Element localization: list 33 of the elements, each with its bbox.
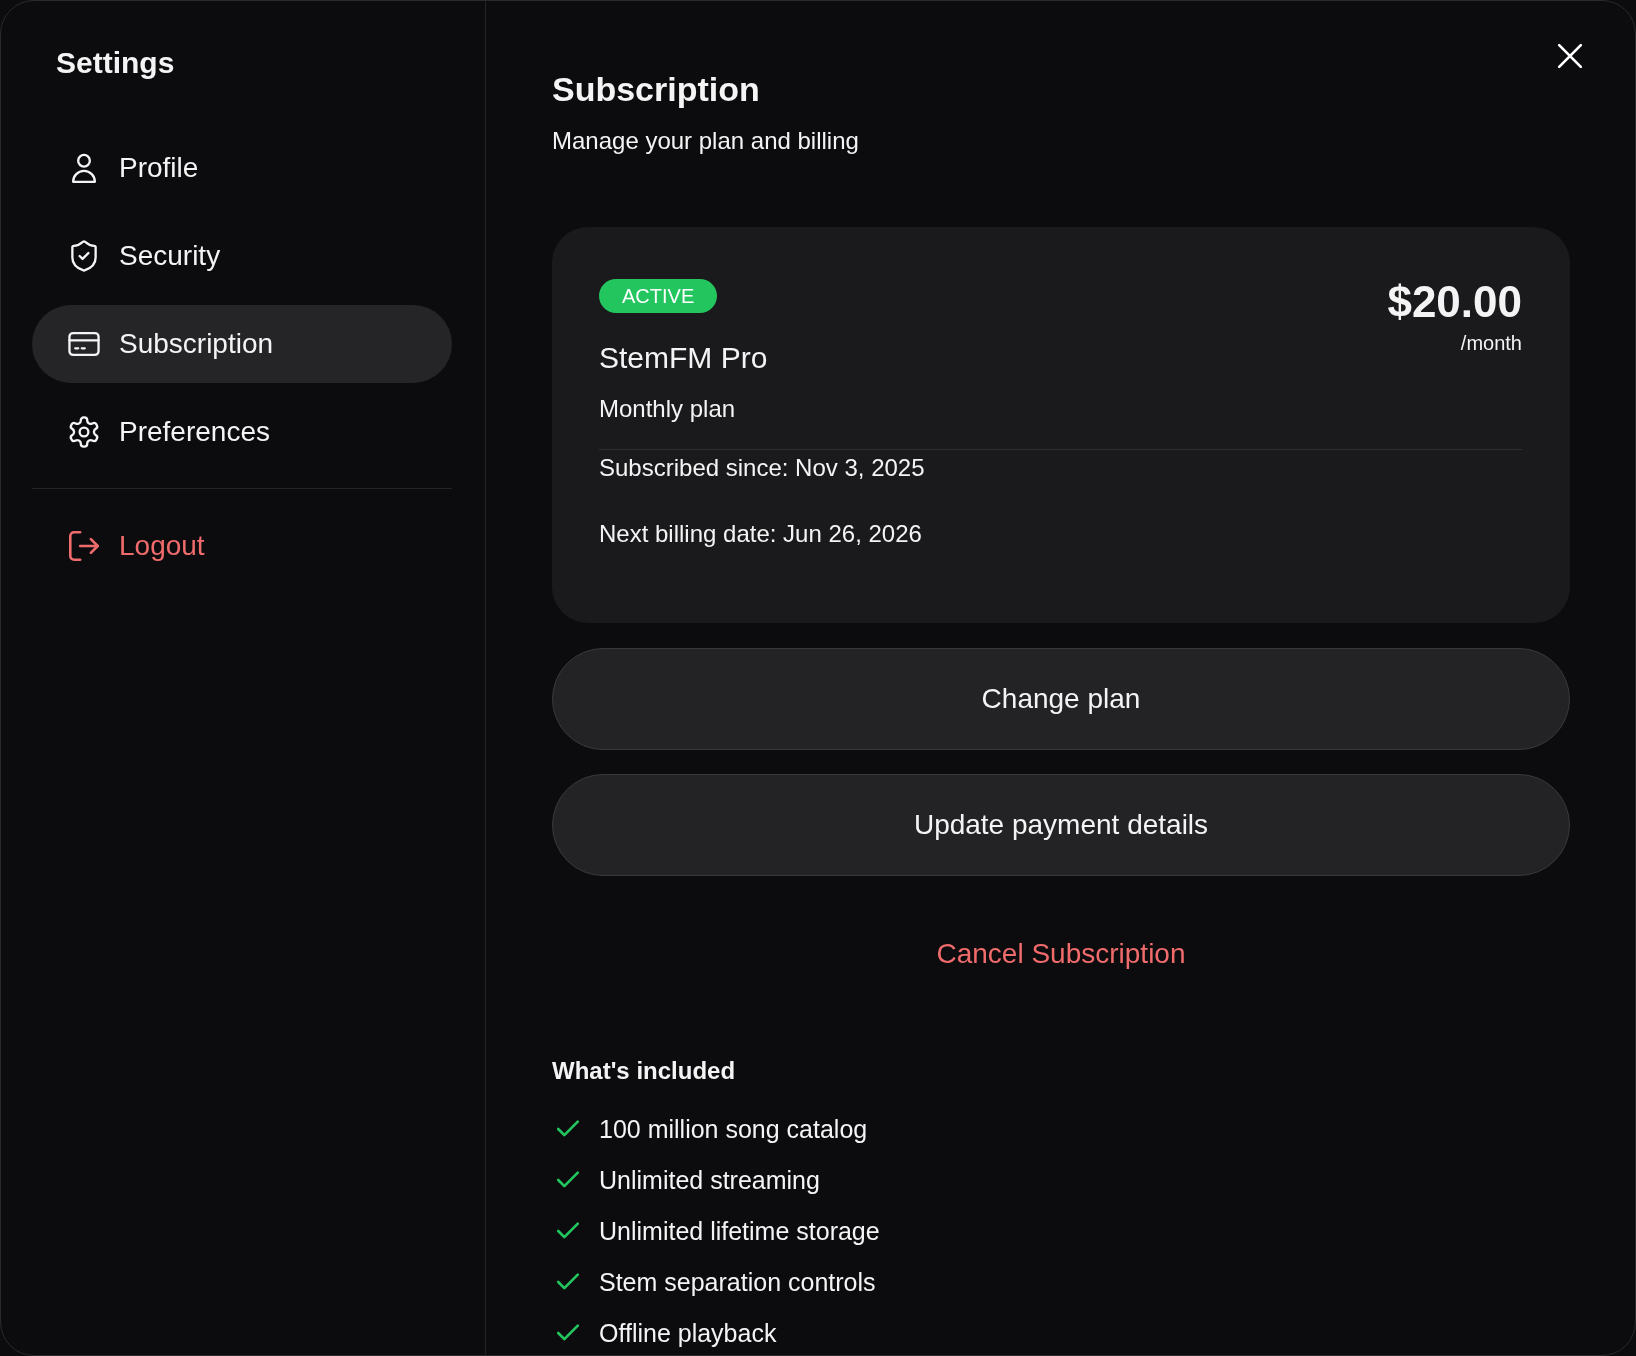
sidebar-item[interactable]: Subscription xyxy=(32,305,452,383)
check-icon xyxy=(557,1273,579,1291)
included-heading: What's included xyxy=(552,1056,737,1086)
sidebar-item[interactable]: Preferences xyxy=(32,393,452,471)
sidebar-title: Settings xyxy=(56,45,176,81)
status-badge: ACTIVE xyxy=(599,279,718,313)
action-button[interactable]: Update payment details xyxy=(552,774,1570,876)
plan-name: StemFM Pro xyxy=(599,340,768,376)
plan-detail: Next billing date: Jun 26, 2026 xyxy=(599,519,923,549)
plan-cycle: Monthly plan xyxy=(599,394,736,424)
action-button[interactable]: Change plan xyxy=(552,648,1570,750)
feature-text: Stem separation controls xyxy=(599,1267,876,1297)
sidebar-item[interactable]: Security xyxy=(32,217,452,295)
sidebar-item[interactable]: Profile xyxy=(32,129,452,207)
page-subtitle: Manage your plan and billing xyxy=(552,126,859,156)
check-icon xyxy=(557,1120,579,1138)
check-icon xyxy=(557,1324,579,1342)
feature-text: Unlimited streaming xyxy=(599,1165,820,1195)
plan-price: $20.00 xyxy=(1387,276,1522,328)
page-title: Subscription xyxy=(552,69,761,110)
close-icon xyxy=(1557,43,1583,69)
plan-detail: Subscribed since: Nov 3, 2025 xyxy=(599,453,926,483)
feature-text: 100 million song catalog xyxy=(599,1114,868,1144)
cancel-subscription-link[interactable]: Cancel Subscription xyxy=(936,937,1186,971)
check-icon xyxy=(557,1222,579,1240)
price-period: /month xyxy=(1460,331,1522,355)
shield-check-icon xyxy=(68,240,100,272)
check-icon xyxy=(557,1171,579,1189)
gear-icon xyxy=(68,416,100,448)
close-button[interactable] xyxy=(1557,43,1583,69)
feature-text: Offline playback xyxy=(599,1318,777,1348)
logout-button[interactable]: Logout xyxy=(32,507,452,585)
feature-text: Unlimited lifetime storage xyxy=(599,1216,880,1246)
